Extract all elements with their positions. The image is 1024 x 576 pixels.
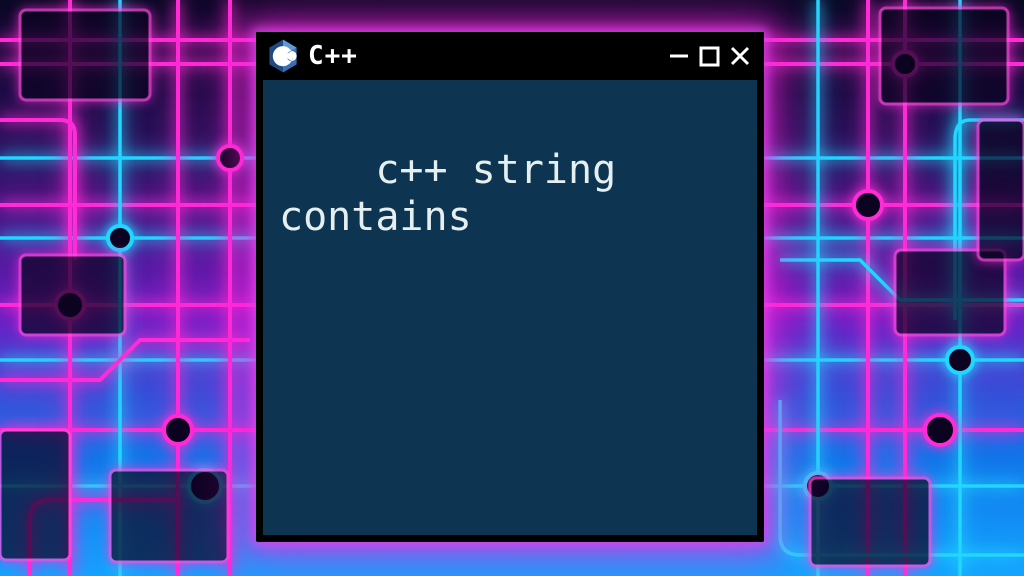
terminal-body[interactable]: c++ string contains xyxy=(263,80,757,535)
window-title: C++ xyxy=(308,41,358,71)
maximize-button[interactable] xyxy=(698,44,722,68)
cpp-logo-icon xyxy=(268,39,298,73)
terminal-window: C++ c++ string contains xyxy=(256,32,764,542)
minimize-button[interactable] xyxy=(668,44,692,68)
close-button[interactable] xyxy=(728,44,752,68)
titlebar[interactable]: C++ xyxy=(256,32,764,80)
terminal-content: c++ string contains xyxy=(279,147,640,240)
window-controls xyxy=(668,44,752,68)
